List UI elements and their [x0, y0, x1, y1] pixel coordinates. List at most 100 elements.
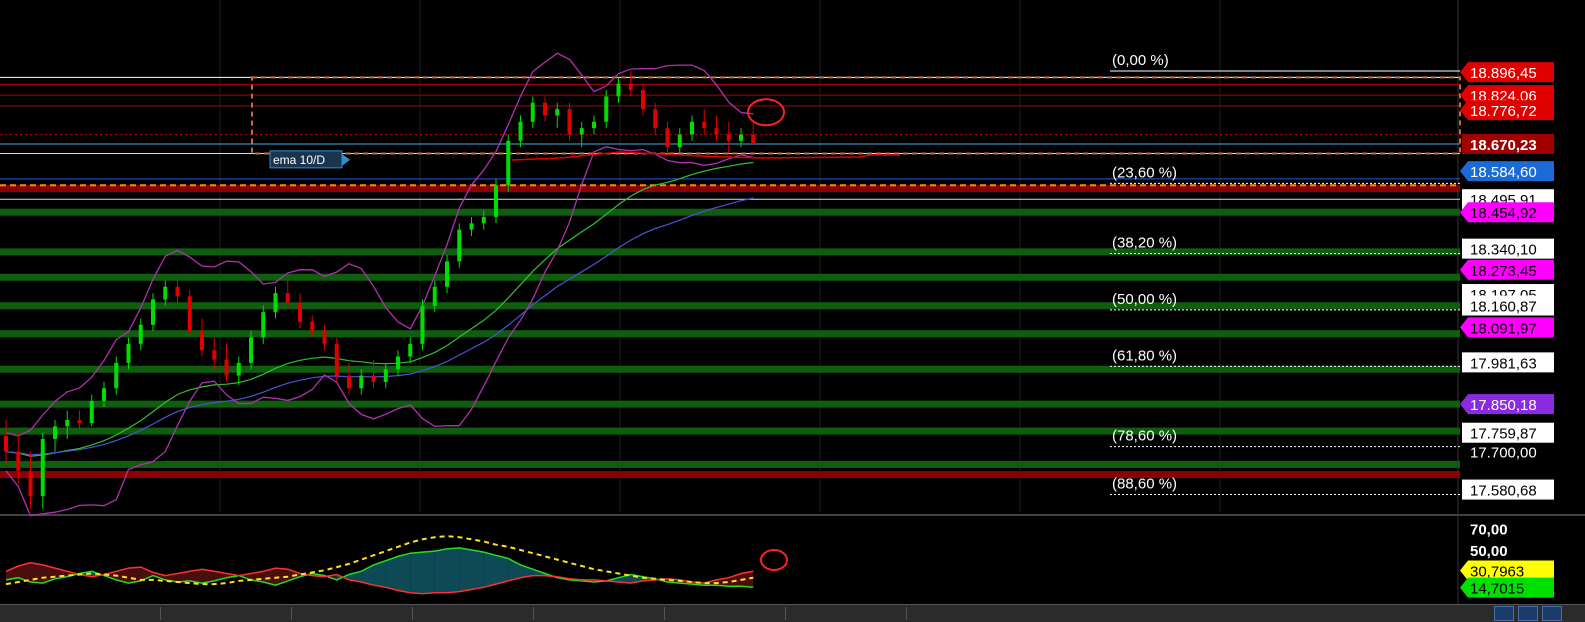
candle-body — [273, 293, 278, 313]
trading-chart[interactable]: (0,00 %) (23,60 %) (38,20 %) (50,00 %) (61,8… — [0, 0, 1585, 604]
candle-body — [249, 337, 253, 363]
price-tag-text: 17.700,00 — [1470, 445, 1537, 462]
candle-body — [714, 128, 719, 135]
candle-body — [187, 296, 192, 332]
candle-body — [383, 369, 388, 382]
fib-label: (23,60 %) — [1112, 164, 1177, 181]
candle-body — [690, 121, 694, 135]
oscillator-axis-label: 70,00 — [1470, 522, 1508, 539]
candle-body — [102, 388, 106, 401]
oscillator-fill — [471, 550, 484, 590]
candle-body — [457, 229, 462, 262]
price-tag-text: 18.340,10 — [1470, 242, 1537, 259]
candle-body — [408, 343, 413, 357]
fib-label: (50,00 %) — [1112, 291, 1177, 308]
level-band — [0, 248, 1460, 256]
oscillator-fill — [422, 551, 435, 594]
candle-body — [616, 83, 621, 97]
candle-body — [322, 331, 327, 344]
candle-body — [579, 128, 584, 135]
candle-body — [89, 400, 94, 424]
candle-body — [114, 362, 119, 389]
candle-body — [261, 312, 266, 338]
candle-body — [567, 109, 572, 135]
candle-body — [4, 435, 8, 452]
candle-body — [138, 324, 143, 344]
bottom-toolbar — [0, 604, 1585, 622]
ema-label-text: ema 10/D — [273, 153, 325, 167]
price-tag-text: 18.896,45 — [1470, 65, 1537, 82]
candle-body — [200, 331, 204, 351]
candle-body — [53, 426, 57, 440]
price-tag-text: 18.670,23 — [1470, 137, 1537, 154]
candle-body — [334, 343, 339, 376]
candle-body — [16, 451, 21, 471]
candle-body — [555, 109, 560, 116]
candle-body — [653, 109, 658, 129]
toolbar-segment[interactable] — [0, 607, 161, 620]
chart-root: (0,00 %) (23,60 %) (38,20 %) (50,00 %) (61,8… — [0, 0, 1585, 622]
candle-body — [628, 83, 633, 91]
candle-body — [163, 286, 168, 300]
oscillator-fill — [434, 548, 447, 593]
oscillator-fill — [483, 552, 496, 588]
candle-body — [432, 286, 437, 306]
level-band — [0, 427, 1460, 435]
candle-body — [420, 305, 425, 344]
price-tag-text: 18.160,87 — [1470, 299, 1537, 316]
scroll-left-button[interactable] — [1494, 606, 1514, 621]
candle-body — [396, 356, 400, 370]
candle-body — [151, 299, 155, 325]
candle-body — [359, 375, 364, 389]
oscillator-fill — [385, 556, 398, 591]
fib-label: (78,60 %) — [1112, 428, 1177, 445]
fib-label: (88,60 %) — [1112, 476, 1177, 493]
level-band — [0, 330, 1460, 338]
candle-body — [702, 121, 707, 129]
candle-body — [298, 302, 302, 322]
candle-body — [445, 261, 449, 287]
candle-body — [310, 321, 315, 332]
fib-label: (0,00 %) — [1112, 52, 1169, 69]
candle-body — [28, 470, 33, 497]
level-band — [0, 208, 1460, 216]
candle-body — [347, 375, 351, 389]
candle-body — [212, 350, 217, 360]
candle-body — [530, 102, 535, 122]
zoom-button[interactable] — [1542, 606, 1562, 621]
toolbar-segment[interactable] — [786, 607, 907, 620]
price-tag-text: 17.759,87 — [1470, 426, 1537, 443]
candle-body — [518, 121, 523, 141]
candle-body — [506, 140, 511, 186]
toolbar-segment[interactable] — [413, 607, 534, 620]
price-tag-text: 17.850,18 — [1470, 397, 1537, 414]
oscillator-fill — [398, 553, 411, 593]
chart-background — [0, 0, 1585, 604]
candle-body — [371, 375, 376, 382]
toolbar-segment[interactable] — [665, 607, 786, 620]
candle-body — [726, 134, 731, 141]
price-tag-text: 14,7015 — [1470, 581, 1524, 598]
oscillator-fill — [459, 547, 472, 592]
candle-body — [739, 134, 743, 141]
candle-body — [494, 185, 498, 217]
price-tag-text: 18.584,60 — [1470, 164, 1537, 181]
candle-body — [481, 216, 486, 224]
price-tag-text: 18.273,45 — [1470, 263, 1537, 280]
price-tag-text: 17.981,63 — [1470, 355, 1537, 372]
price-tag-text: 17.580,68 — [1470, 483, 1537, 500]
candle-body — [604, 96, 609, 122]
toolbar-segment[interactable] — [161, 607, 292, 620]
oscillator-fill — [30, 562, 43, 584]
scroll-right-button[interactable] — [1518, 606, 1538, 621]
price-tag-text: 18.776,72 — [1470, 103, 1537, 120]
candle-body — [224, 359, 229, 376]
toolbar-segment[interactable] — [292, 607, 413, 620]
candle-body — [592, 121, 596, 129]
candle-body — [641, 90, 645, 110]
candle-body — [77, 420, 82, 424]
toolbar-segment[interactable] — [534, 607, 665, 620]
candle-body — [543, 102, 547, 116]
candle-body — [285, 293, 290, 303]
candle-body — [236, 362, 241, 376]
